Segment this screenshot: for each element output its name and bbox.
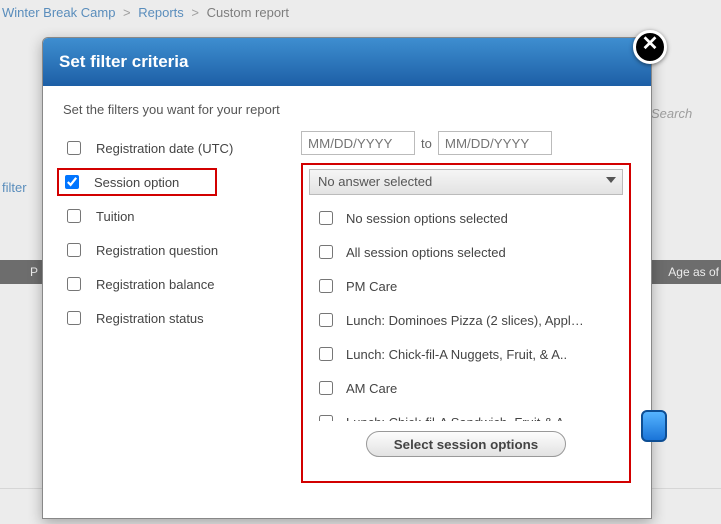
list-item[interactable]: Lunch: Chick-fil-A Nuggets, Fruit, & A.. xyxy=(309,337,623,371)
session-panel: No answer selected No session options se… xyxy=(301,163,631,483)
close-icon[interactable]: ✕ xyxy=(633,30,667,64)
filter-list: Registration date (UTC) Session option T… xyxy=(63,131,283,483)
chk-reg-date[interactable] xyxy=(67,141,81,155)
dropdown-label: No answer selected xyxy=(318,174,432,189)
select-session-options-button[interactable]: Select session options xyxy=(366,431,566,457)
date-range: to xyxy=(301,131,631,155)
list-item[interactable]: No session options selected xyxy=(309,201,623,235)
chk-reg-q[interactable] xyxy=(67,243,81,257)
chk-tuition[interactable] xyxy=(67,209,81,223)
opt-label: AM Care xyxy=(346,381,397,396)
side-button[interactable] xyxy=(641,410,667,442)
list-item[interactable]: PM Care xyxy=(309,269,623,303)
chevron-down-icon xyxy=(606,177,616,183)
opt-chk[interactable] xyxy=(319,211,333,225)
opt-label: Lunch: Dominoes Pizza (2 slices), Appl… xyxy=(346,313,584,328)
opt-chk[interactable] xyxy=(319,245,333,259)
lbl-reg-bal: Registration balance xyxy=(96,277,215,292)
date-to[interactable] xyxy=(438,131,552,155)
session-dropdown[interactable]: No answer selected xyxy=(309,169,623,195)
list-item[interactable]: Lunch: Chick-fil-A Sandwich, Fruit & A… xyxy=(309,405,623,421)
opt-chk[interactable] xyxy=(319,347,333,361)
chk-session[interactable] xyxy=(65,175,79,189)
opt-label: Lunch: Chick-fil-A Nuggets, Fruit, & A.. xyxy=(346,347,567,362)
opt-chk[interactable] xyxy=(319,381,333,395)
lbl-session: Session option xyxy=(94,175,179,190)
list-item[interactable]: All session options selected xyxy=(309,235,623,269)
lbl-reg-date: Registration date (UTC) xyxy=(96,141,233,156)
opt-label: Lunch: Chick-fil-A Sandwich, Fruit & A… xyxy=(346,415,577,422)
lbl-reg-status: Registration status xyxy=(96,311,204,326)
lbl-reg-q: Registration question xyxy=(96,243,218,258)
date-to-label: to xyxy=(421,136,432,151)
filter-modal: ✕ Set filter criteria Set the filters yo… xyxy=(42,37,652,519)
opt-label: PM Care xyxy=(346,279,397,294)
date-from[interactable] xyxy=(301,131,415,155)
modal-title: Set filter criteria xyxy=(43,38,651,86)
chk-reg-status[interactable] xyxy=(67,311,81,325)
list-item[interactable]: AM Care xyxy=(309,371,623,405)
opt-chk[interactable] xyxy=(319,279,333,293)
modal-lead: Set the filters you want for your report xyxy=(63,102,631,117)
opt-label: No session options selected xyxy=(346,211,508,226)
session-options-list[interactable]: No session options selected All session … xyxy=(309,201,623,421)
lbl-tuition: Tuition xyxy=(96,209,135,224)
list-item[interactable]: Lunch: Dominoes Pizza (2 slices), Appl… xyxy=(309,303,623,337)
opt-chk[interactable] xyxy=(319,415,333,421)
chk-reg-bal[interactable] xyxy=(67,277,81,291)
opt-chk[interactable] xyxy=(319,313,333,327)
opt-label: All session options selected xyxy=(346,245,506,260)
